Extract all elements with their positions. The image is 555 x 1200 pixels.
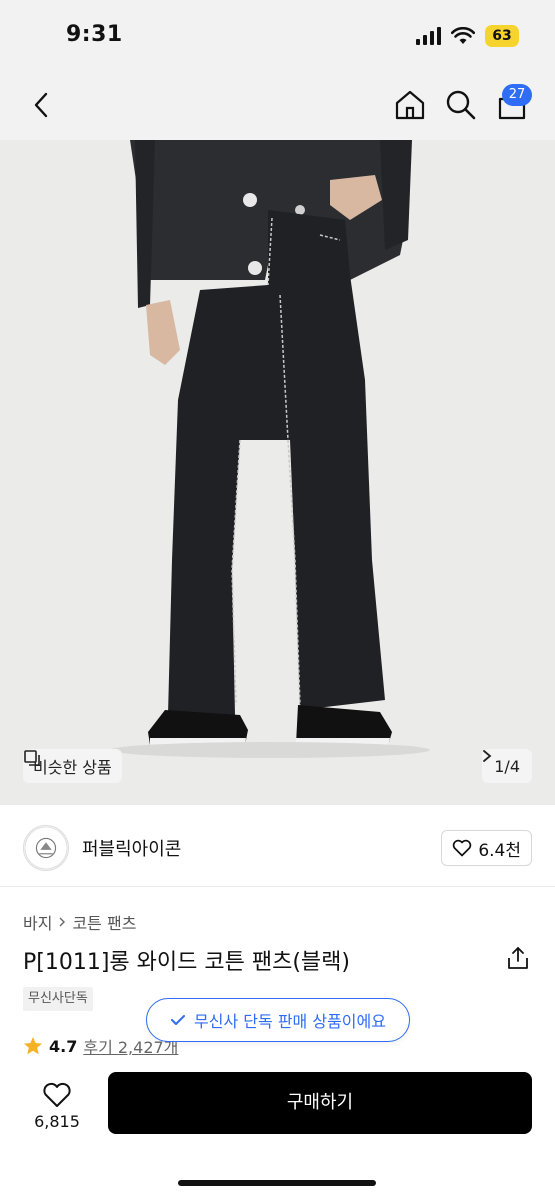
heart-icon: [453, 839, 472, 857]
exclusive-toast: 무신사 단독 판매 상품이에요: [146, 998, 410, 1042]
page-count: 1/4: [494, 756, 520, 776]
product-image-carousel[interactable]: 비슷한 상품 1/4: [0, 140, 555, 805]
home-icon[interactable]: [392, 87, 428, 123]
share-icon[interactable]: [505, 945, 531, 971]
battery-indicator: 63: [485, 25, 519, 47]
wishlist-button[interactable]: 6,815: [24, 1074, 90, 1138]
brand-row[interactable]: 퍼블릭아이콘 6.4천: [0, 805, 555, 887]
buy-button[interactable]: 구매하기: [108, 1072, 532, 1134]
image-page-indicator[interactable]: 1/4: [482, 749, 532, 783]
exclusive-tag: 무신사단독: [23, 987, 93, 1011]
brand-name[interactable]: 퍼블릭아이콘: [82, 835, 181, 861]
breadcrumb-item[interactable]: 코튼 팬츠: [72, 910, 136, 934]
similar-products-button[interactable]: 비슷한 상품: [23, 749, 122, 783]
cellular-signal-icon: [416, 27, 441, 45]
wifi-icon: [451, 27, 475, 44]
rating-value: 4.7: [49, 1036, 78, 1056]
search-icon[interactable]: [443, 87, 479, 123]
back-arrow-icon[interactable]: [24, 87, 60, 123]
similar-products-label: 비슷한 상품: [33, 758, 112, 777]
home-indicator[interactable]: [178, 1180, 376, 1186]
bottom-action-bar: 6,815 구매하기: [0, 1058, 555, 1200]
product-photo: [0, 140, 555, 805]
status-bar: 9:31 63: [0, 0, 555, 70]
heart-icon: [43, 1082, 71, 1107]
breadcrumb: 바지 코튼 팬츠: [23, 910, 136, 934]
chevron-right-icon: [483, 750, 492, 762]
brand-logo[interactable]: [23, 825, 69, 871]
copy-icon: [24, 750, 40, 766]
brand-like-button[interactable]: 6.4천: [441, 830, 532, 866]
star-icon: [24, 1037, 42, 1055]
toast-text: 무신사 단독 판매 상품이에요: [194, 1012, 386, 1031]
chevron-right-icon: [59, 917, 66, 927]
top-nav-bar: [0, 70, 555, 140]
status-icons: 63: [416, 25, 519, 47]
breadcrumb-item[interactable]: 바지: [23, 910, 52, 934]
wishlist-count: 6,815: [34, 1111, 80, 1131]
status-time: 9:31: [66, 22, 123, 47]
product-title: P[1011]롱 와이드 코튼 팬츠(블랙): [23, 950, 350, 975]
check-icon: [171, 1015, 186, 1025]
cart-count-badge: 27: [502, 84, 532, 106]
brand-like-count: 6.4천: [478, 840, 521, 861]
